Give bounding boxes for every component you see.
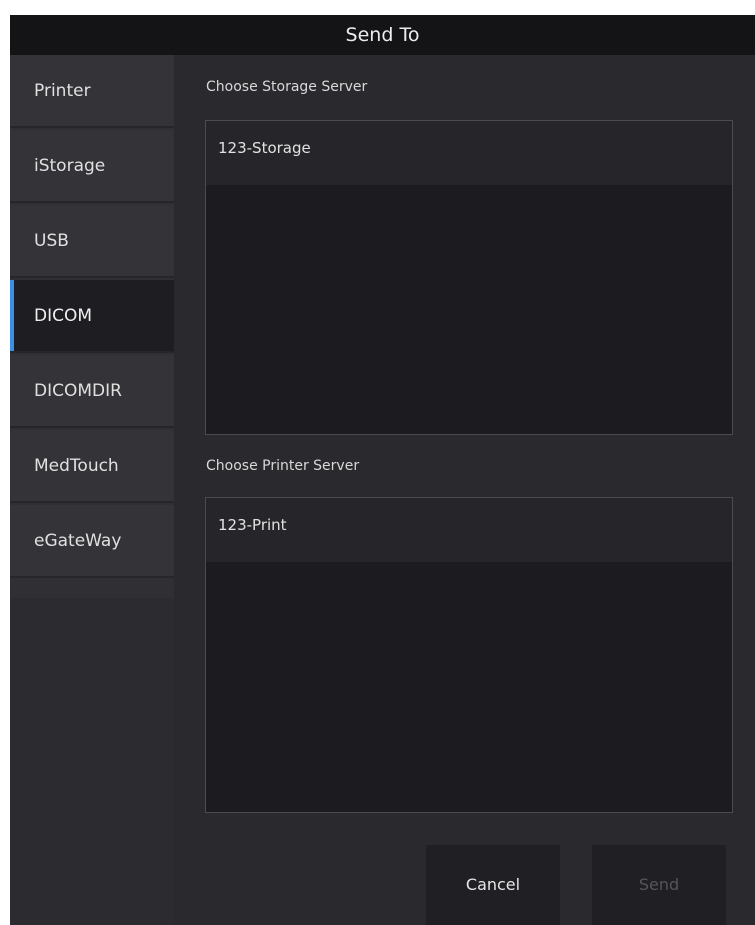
printer-server-list[interactable]: 123-Print <box>205 497 733 813</box>
sidebar: Printer iStorage USB DICOM DICOMDIR MedT… <box>10 55 174 925</box>
sidebar-item-dicom[interactable]: DICOM <box>10 280 174 353</box>
sidebar-item-usb[interactable]: USB <box>10 205 174 278</box>
sidebar-empty-area <box>10 598 174 925</box>
printer-server-label: Choose Printer Server <box>206 458 360 474</box>
send-to-dialog: Send To Printer iStorage USB DICOM DICOM… <box>10 15 755 925</box>
send-button[interactable]: Send <box>592 845 726 925</box>
storage-server-item[interactable]: 123-Storage <box>206 121 732 185</box>
sidebar-item-istorage[interactable]: iStorage <box>10 130 174 203</box>
sidebar-item-egateway[interactable]: eGateWay <box>10 505 174 578</box>
main-panel: Choose Storage Server 123-Storage Choose… <box>174 55 755 925</box>
sidebar-item-printer[interactable]: Printer <box>10 55 174 128</box>
sidebar-item-dicomdir[interactable]: DICOMDIR <box>10 355 174 428</box>
sidebar-item-medtouch[interactable]: MedTouch <box>10 430 174 503</box>
printer-server-item[interactable]: 123-Print <box>206 498 732 562</box>
dialog-title: Send To <box>10 15 755 55</box>
storage-server-label: Choose Storage Server <box>206 79 368 95</box>
storage-server-list[interactable]: 123-Storage <box>205 120 733 435</box>
cancel-button[interactable]: Cancel <box>426 845 560 925</box>
